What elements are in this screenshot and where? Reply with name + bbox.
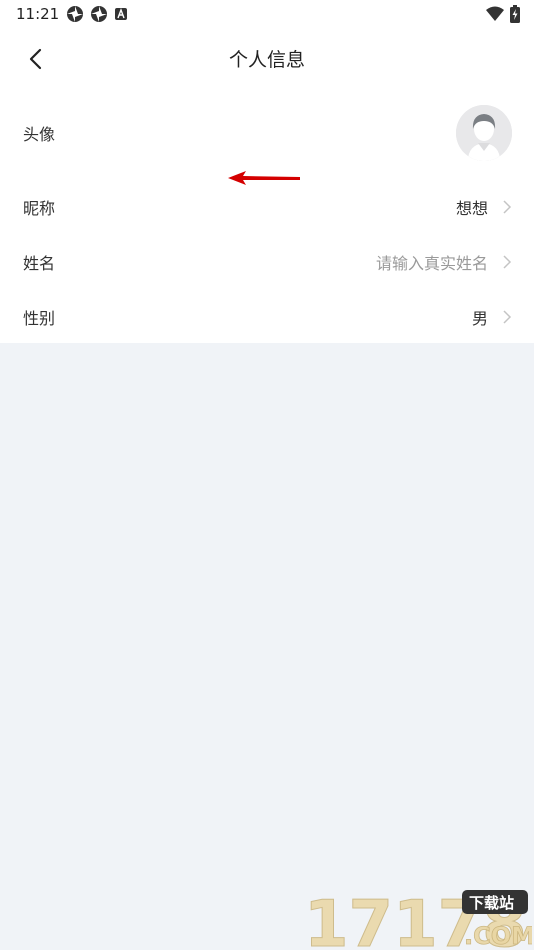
aperture-icon (91, 6, 107, 22)
status-icons-right (486, 5, 520, 23)
name-row[interactable]: 姓名 请输入真实姓名 (0, 234, 534, 289)
red-arrow-left-icon (228, 171, 300, 185)
svg-text:下载站: 下载站 (469, 894, 514, 912)
profile-info-list: 头像 昵称 想想 姓名 请输入真实姓名 性别 男 (0, 90, 534, 343)
chevron-right-icon (503, 309, 512, 324)
chevron-right-icon (503, 254, 512, 269)
a-badge-icon (115, 8, 127, 20)
avatar-label: 头像 (23, 125, 56, 144)
default-avatar-icon (456, 105, 512, 161)
avatar[interactable] (456, 105, 512, 161)
page-title: 个人信息 (228, 49, 305, 71)
battery-charging-icon (510, 5, 520, 23)
gender-value: 男 (471, 308, 488, 328)
svg-text:.COM: .COM (464, 922, 532, 950)
status-icons-left (66, 5, 128, 23)
name-input[interactable]: 请输入真实姓名 (376, 250, 488, 274)
gender-label: 性别 (23, 308, 56, 328)
aperture-icon (67, 6, 83, 22)
avatar-row[interactable]: 头像 (0, 90, 534, 176)
status-bar: 11:21 (0, 0, 534, 28)
chevron-right-icon (503, 199, 512, 214)
nickname-value: 想想 (455, 198, 488, 218)
wifi-icon (486, 6, 504, 21)
nickname-label: 昵称 (23, 198, 56, 218)
status-time: 11:21 (16, 5, 60, 23)
site-watermark-logo: 17178 下载站 .COM (304, 888, 533, 950)
name-label: 姓名 (23, 253, 56, 273)
nickname-row[interactable]: 昵称 想想 (0, 179, 534, 234)
header: 个人信息 (0, 28, 534, 90)
gender-row[interactable]: 性别 男 (0, 289, 534, 344)
